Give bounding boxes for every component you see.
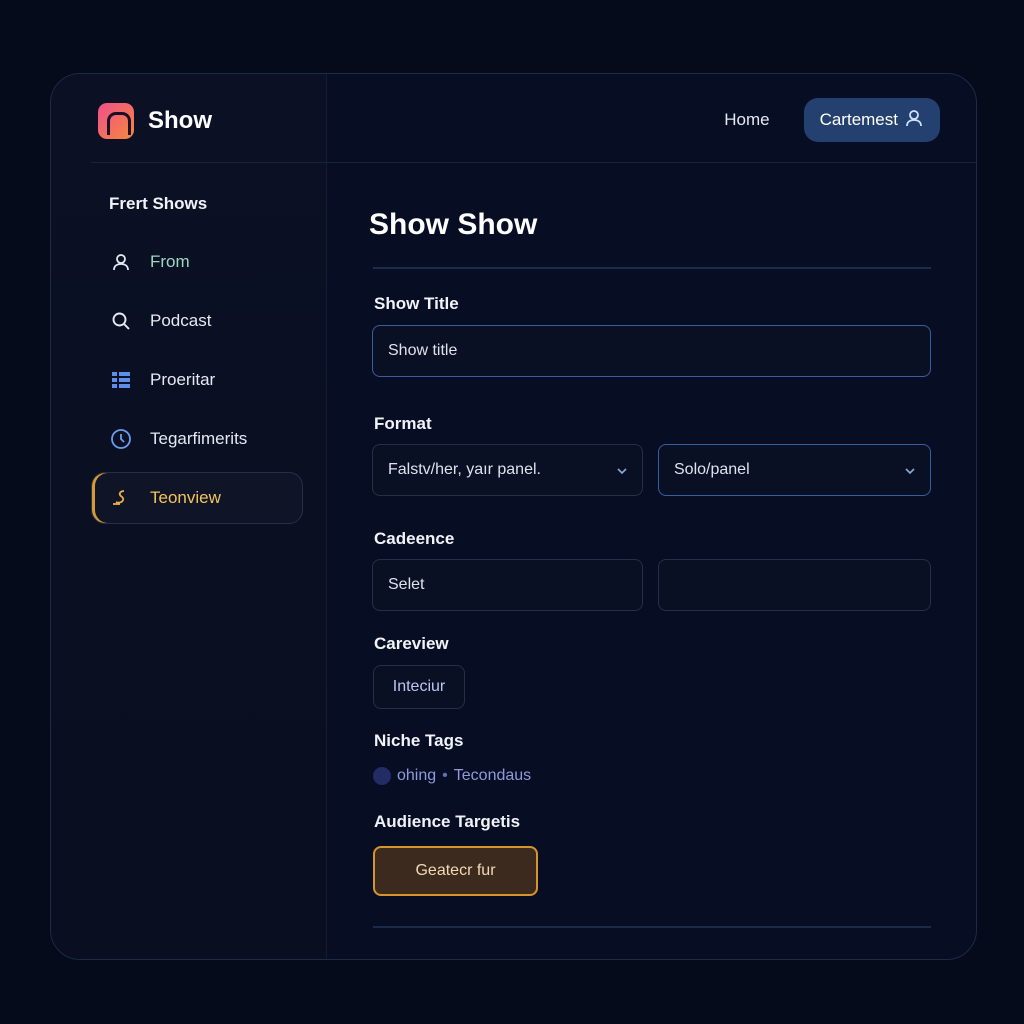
format-select-1[interactable]: Falstv/her, yaır panel. — [372, 444, 643, 496]
sidebar-item-label: Proeritar — [150, 370, 216, 389]
title-divider — [373, 267, 931, 269]
sidebar-item-podcast[interactable]: Podcast — [91, 295, 303, 347]
tag-separator-icon: • — [442, 767, 448, 784]
format-select-2[interactable]: Solo/panel — [658, 444, 931, 496]
format-select-2-value: Solo/panel — [674, 461, 750, 478]
format-label: Format — [374, 414, 432, 433]
sidebar-item-from[interactable]: From — [91, 236, 303, 288]
search-icon — [110, 310, 132, 332]
cadence-label: Cadeence — [374, 529, 455, 548]
tag-item[interactable]: ohing — [397, 767, 436, 785]
brand-name: Show — [148, 107, 212, 134]
careview-button[interactable]: Inteciur — [373, 665, 465, 709]
show-title-label: Show Title — [374, 294, 459, 313]
careview-label: Careview — [374, 634, 449, 653]
cadence-input[interactable] — [658, 559, 931, 611]
sidebar: Show Frert Shows From Podcast Proeritar … — [51, 74, 327, 959]
audience-targets-label: Audience Targetis — [374, 812, 521, 831]
sidebar-item-label: From — [150, 252, 190, 271]
bottom-divider — [373, 926, 931, 928]
sidebar-item-proeritar[interactable]: Proeritar — [91, 354, 303, 406]
cadence-select[interactable]: Selet — [372, 559, 643, 611]
clock-icon — [110, 428, 132, 450]
sidebar-item-label: Tegarfimerits — [150, 429, 248, 448]
audience-button[interactable]: Geatecr fur — [373, 846, 538, 896]
signature-icon — [110, 487, 132, 509]
sidebar-item-tegarfimerits[interactable]: Tegarfimerits — [91, 413, 303, 465]
chevron-down-icon — [616, 464, 628, 476]
page-title: Show Show — [369, 208, 538, 241]
app-window: Show Frert Shows From Podcast Proeritar … — [50, 73, 977, 960]
app-logo-icon — [98, 103, 134, 139]
chevron-down-icon — [904, 464, 916, 476]
main-content: Show Show Show Title Show title Format F… — [369, 74, 931, 959]
sidebar-nav: From Podcast Proeritar Tegarfimerits Teo… — [91, 236, 303, 531]
brand[interactable]: Show — [98, 103, 212, 139]
sidebar-item-label: Teonview — [150, 488, 221, 507]
show-title-value: Show title — [388, 342, 458, 359]
user-icon — [110, 251, 132, 273]
niche-tags-label: Niche Tags — [374, 731, 464, 750]
grid-icon — [110, 369, 132, 391]
format-select-1-value: Falstv/her, yaır panel. — [388, 461, 541, 478]
tag-dot-icon — [373, 767, 391, 785]
tag-item[interactable]: Tecondaus — [454, 767, 531, 785]
sidebar-item-teonview[interactable]: Teonview — [91, 472, 303, 524]
sidebar-heading: Frert Shows — [109, 194, 208, 213]
cadence-select-value: Selet — [388, 576, 425, 593]
niche-tags-list: ohing • Tecondaus — [373, 767, 531, 785]
show-title-input[interactable]: Show title — [372, 325, 931, 377]
sidebar-item-label: Podcast — [150, 311, 212, 330]
